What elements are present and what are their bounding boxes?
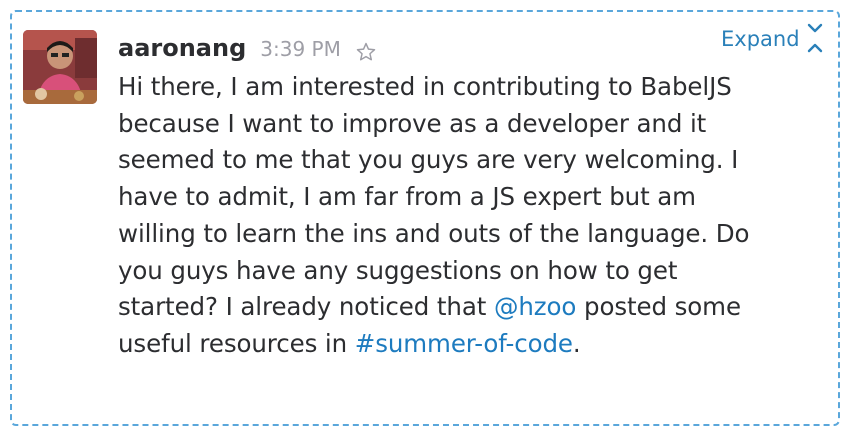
message-line: willing to learn the ins and outs of the… [118,218,750,248]
message-text: useful resources in [118,328,355,358]
avatar[interactable] [23,30,97,104]
channel-link[interactable]: #summer-of-code [355,329,573,358]
expand-link[interactable]: Expand [721,27,800,51]
user-mention-link[interactable]: @hzoo [494,292,576,321]
message-body: Hi there, I am interested in contributin… [118,69,818,363]
message-text: . [572,328,581,358]
message-line: Hi there, I am interested in contributin… [118,72,732,101]
message-line: you guys have any suggestions on how to … [118,255,678,285]
message-line: started? I already noticed that @hzoo po… [118,289,818,326]
author-name[interactable]: aaronang [118,34,246,62]
star-icon[interactable] [355,41,377,63]
message-timestamp[interactable]: 3:39 PM [260,37,341,61]
message-line: useful resources in #summer-of-code. [118,326,818,363]
expand-chevrons-icon[interactable] [804,20,826,60]
message-text: posted some [576,292,741,322]
message-header: aaronang 3:39 PM [118,34,377,64]
message-line: have to admit, I am far from a JS expert… [118,182,696,212]
message-line: because I want to improve as a developer… [118,108,707,138]
message-text: started? I already noticed that [118,292,494,322]
avatar-photo [23,30,97,104]
message-line: seemed to me that you guys are very welc… [118,145,739,175]
